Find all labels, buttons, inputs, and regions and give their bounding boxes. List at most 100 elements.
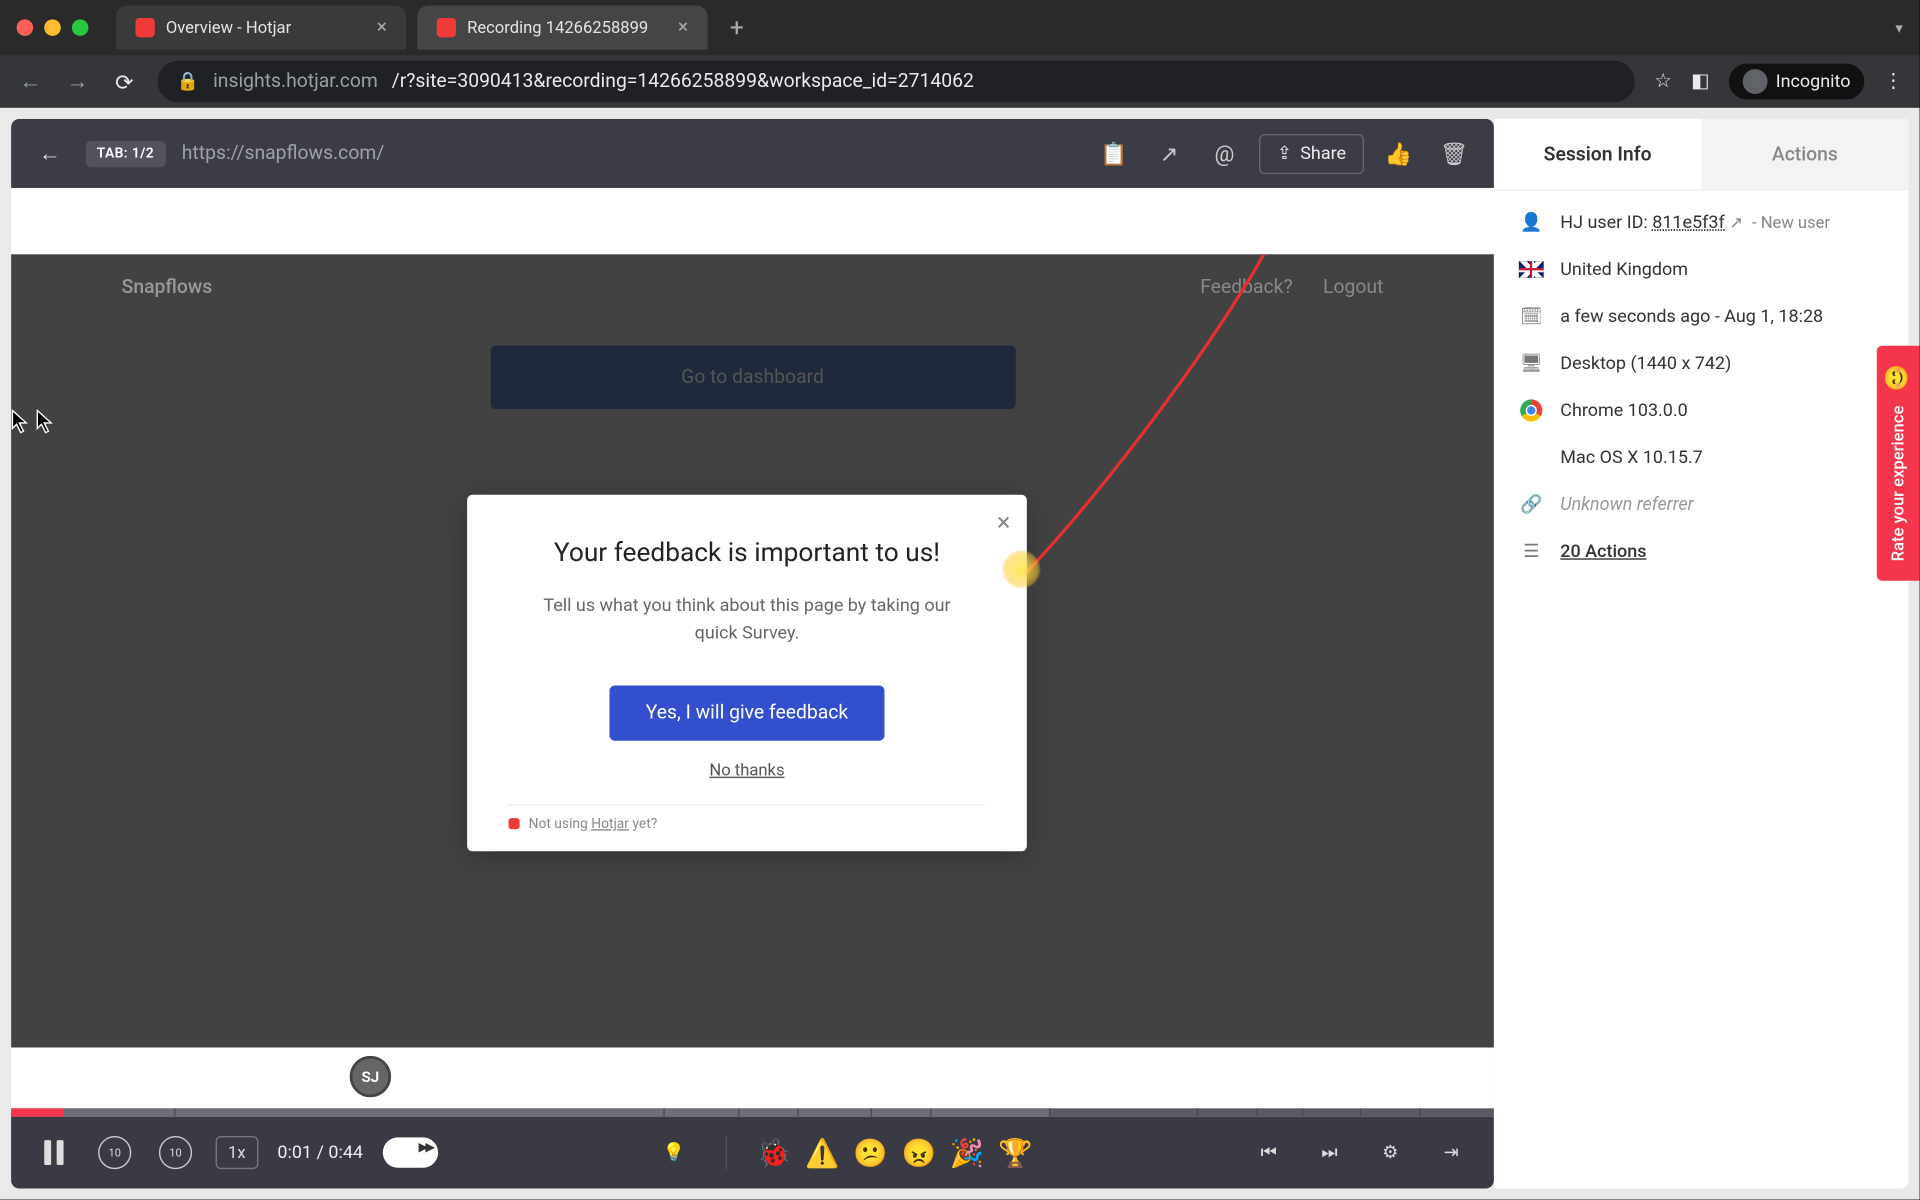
recording-viewport: Snapflows Feedback? Logout Go to dashboa… [11, 188, 1494, 1048]
open-external-icon[interactable]: ↗ [1729, 212, 1743, 231]
hotjar-favicon-icon [135, 18, 154, 37]
hotjar-favicon-icon [437, 18, 456, 37]
country-label: United Kingdom [1560, 259, 1688, 280]
link-icon: 🔗 [1519, 492, 1544, 517]
hotjar-link[interactable]: Hotjar [591, 817, 629, 832]
os-label: Mac OS X 10.15.7 [1560, 447, 1702, 468]
app-container: ← TAB: 1/2 https://snapflows.com/ 📋 ↗ @ … [0, 108, 1920, 1200]
give-feedback-button[interactable]: Yes, I will give feedback [610, 685, 884, 740]
list-icon: ☰ [1519, 539, 1544, 564]
chrome-icon [1519, 398, 1544, 423]
forward-button[interactable]: → [64, 68, 92, 96]
browser-tab-recording[interactable]: Recording 14266258899 × [417, 6, 707, 50]
close-tab-icon[interactable]: × [678, 17, 688, 39]
actions-link[interactable]: 20 Actions [1560, 541, 1646, 562]
tab-session-info[interactable]: Session Info [1494, 119, 1701, 189]
footer-prefix: Not using [529, 817, 592, 832]
session-info-list: 👤 HJ user ID: 811e5f3f ↗ - New user Unit… [1494, 191, 1909, 583]
new-tab-button[interactable]: + [730, 13, 744, 42]
pause-button[interactable] [33, 1132, 74, 1173]
forward-10-icon[interactable]: 10 [155, 1132, 196, 1173]
reload-button[interactable]: ⟳ [111, 68, 139, 96]
tabs-dropdown-icon[interactable]: ▾ [1895, 19, 1903, 37]
mention-icon[interactable]: @ [1204, 133, 1245, 174]
dashboard-button: Go to dashboard [490, 346, 1015, 410]
info-row-browser: Chrome 103.0.0 [1519, 398, 1884, 423]
minimize-window-icon[interactable] [44, 19, 61, 36]
player-pane: ← TAB: 1/2 https://snapflows.com/ 📋 ↗ @ … [11, 119, 1494, 1189]
extensions-icon[interactable]: ◧ [1691, 70, 1709, 92]
address-bar: ← → ⟳ 🔒 insights.hotjar.com/r?site=30904… [0, 55, 1920, 108]
footer-suffix: yet? [629, 817, 657, 832]
info-row-os: Mac OS X 10.15.7 [1519, 445, 1884, 470]
url-path: /r?site=3090413&recording=14266258899&wo… [392, 70, 974, 92]
side-panel: Session Info Actions 👤 HJ user ID: 811e5… [1494, 119, 1909, 1189]
new-user-tag: - New user [1752, 212, 1830, 231]
rewind-10-icon[interactable]: 10 [94, 1132, 135, 1173]
party-reaction-icon[interactable]: 🎉 [950, 1136, 984, 1169]
side-tabs: Session Info Actions [1494, 119, 1909, 191]
brand-label: Snapflows [122, 276, 213, 298]
prev-recording-icon[interactable]: ⏮ [1248, 1132, 1289, 1173]
no-thanks-link[interactable]: No thanks [509, 760, 986, 779]
close-window-icon[interactable] [17, 19, 34, 36]
settings-icon[interactable]: ⚙ [1370, 1132, 1411, 1173]
avatar[interactable]: SJ [350, 1056, 391, 1097]
tab-counter-badge: TAB: 1/2 [86, 140, 166, 166]
bookmark-star-icon[interactable]: ☆ [1654, 70, 1671, 92]
mouse-trail [1020, 254, 1324, 586]
timeline[interactable] [11, 1108, 1494, 1116]
next-recording-icon[interactable]: ⏭ [1309, 1132, 1350, 1173]
thumbs-up-icon[interactable]: 👍 [1378, 133, 1419, 174]
browser-tab-overview[interactable]: Overview - Hotjar × [116, 6, 406, 50]
nav-logout-link: Logout [1323, 276, 1383, 298]
angry-reaction-icon[interactable]: 😠 [902, 1136, 936, 1169]
close-icon[interactable]: × [997, 509, 1010, 538]
lock-icon: 🔒 [177, 71, 199, 92]
trophy-reaction-icon[interactable]: 🏆 [998, 1136, 1032, 1169]
share-icon: ⇪ [1277, 143, 1292, 164]
divider [725, 1136, 726, 1169]
timeline-buffered [11, 1108, 1049, 1116]
maximize-window-icon[interactable] [72, 19, 89, 36]
open-external-icon[interactable]: ↗ [1148, 133, 1189, 174]
recorded-page-url: https://snapflows.com/ [182, 142, 385, 164]
cursor-icon [36, 409, 55, 434]
user-id-link[interactable]: 811e5f3f [1652, 212, 1725, 233]
browser-label: Chrome 103.0.0 [1560, 400, 1687, 421]
time-label: a few seconds ago - Aug 1, 18:28 [1560, 306, 1823, 327]
browser-titlebar: Overview - Hotjar × Recording 1426625889… [0, 0, 1920, 55]
referrer-label: Unknown referrer [1560, 494, 1693, 515]
modal-subtitle: Tell us what you think about this page b… [509, 593, 986, 647]
rate-experience-tab[interactable]: Rate your experience 😊 [1877, 346, 1920, 581]
close-tab-icon[interactable]: × [377, 17, 387, 39]
time-display: 0:01 / 0:44 [277, 1142, 363, 1163]
tab-actions[interactable]: Actions [1701, 119, 1908, 189]
bug-reaction-icon[interactable]: 🐞 [757, 1136, 791, 1169]
player-toolbar: ← TAB: 1/2 https://snapflows.com/ 📋 ↗ @ … [11, 119, 1494, 188]
back-to-list-button[interactable]: ← [30, 134, 69, 173]
incognito-label: Incognito [1776, 71, 1851, 92]
recorded-page-body: Snapflows Feedback? Logout Go to dashboa… [11, 254, 1494, 1047]
browser-menu-icon[interactable]: ⋮ [1884, 70, 1903, 92]
warning-reaction-icon[interactable]: ⚠️ [805, 1136, 839, 1169]
playback-speed-button[interactable]: 1x [216, 1136, 258, 1169]
feedback-modal: × Your feedback is important to us! Tell… [467, 495, 1027, 852]
browser-chrome: Overview - Hotjar × Recording 1426625889… [0, 0, 1920, 108]
info-row-country: United Kingdom [1519, 257, 1884, 282]
smile-icon: 😊 [1885, 365, 1912, 391]
share-button[interactable]: ⇪ Share [1259, 133, 1364, 173]
delete-icon[interactable]: 🗑 [1433, 133, 1474, 174]
clipboard-icon[interactable]: 📋 [1093, 133, 1134, 174]
url-field[interactable]: 🔒 insights.hotjar.com/r?site=3090413&rec… [158, 61, 1635, 102]
tab-title: Recording 14266258899 [467, 18, 648, 37]
time-total: 0:44 [328, 1142, 363, 1163]
reaction-bar: 🐞 ⚠️ 😕 😠 🎉 🏆 [757, 1136, 1033, 1169]
back-button[interactable]: ← [17, 68, 45, 96]
confused-reaction-icon[interactable]: 😕 [853, 1136, 887, 1169]
incognito-icon [1743, 69, 1768, 94]
skip-inactivity-toggle[interactable] [382, 1137, 437, 1167]
progress-header: SJ [11, 1048, 1494, 1109]
collapse-sidebar-icon[interactable]: ⇥ [1430, 1132, 1471, 1173]
lightbulb-icon[interactable]: 💡 [653, 1132, 694, 1173]
